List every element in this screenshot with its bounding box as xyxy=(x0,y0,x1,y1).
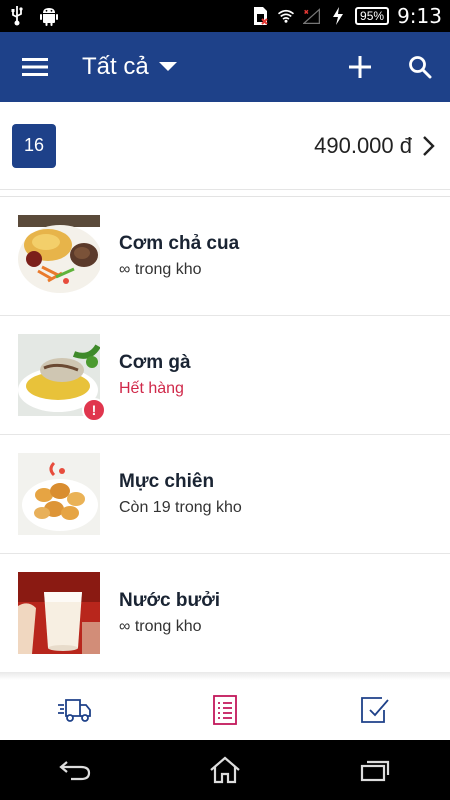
dropdown-arrow-icon xyxy=(158,62,177,71)
list-item[interactable]: Nước bưởi ∞ trong kho xyxy=(0,554,450,672)
total-amount: 490.000 đ xyxy=(314,132,412,158)
status-bar: 95% 9:13 xyxy=(0,0,450,32)
add-button[interactable] xyxy=(330,32,390,102)
product-image xyxy=(18,215,100,297)
list-item[interactable]: ! Cơm gà Hết hàng xyxy=(0,316,450,435)
item-stock: Còn 19 trong kho xyxy=(119,499,242,516)
search-button[interactable] xyxy=(390,32,450,102)
menu-icon xyxy=(22,58,48,76)
bottom-tab-bar xyxy=(0,680,450,740)
menu-button[interactable] xyxy=(0,32,70,102)
sim-icon xyxy=(251,7,269,25)
toolbar-title: Tất cả xyxy=(82,53,149,80)
tab-delivery[interactable] xyxy=(45,680,105,740)
item-name: Mực chiên xyxy=(119,471,215,492)
wifi-icon xyxy=(277,7,295,25)
item-stock: ∞ trong kho xyxy=(119,261,202,278)
recents-icon xyxy=(360,760,390,782)
app-screen: 95% 9:13 Tất cả 16 490.000 đ Cơm chả cua… xyxy=(0,0,450,800)
home-button[interactable] xyxy=(195,740,255,800)
list-item[interactable]: Cơm chả cua ∞ trong kho xyxy=(0,197,450,316)
list-item[interactable]: Mực chiên Còn 19 trong kho xyxy=(0,435,450,554)
item-stock: ∞ trong kho xyxy=(119,618,202,635)
clock: 9:13 xyxy=(397,4,442,28)
charging-icon xyxy=(329,7,347,25)
tab-orders[interactable] xyxy=(195,680,255,740)
out-of-stock-badge: ! xyxy=(82,398,106,422)
app-toolbar: Tất cả xyxy=(0,32,450,102)
battery-indicator: 95% xyxy=(355,7,390,25)
chevron-right-icon xyxy=(422,134,438,158)
category-filter-dropdown[interactable]: Tất cả xyxy=(82,53,177,81)
product-image xyxy=(18,572,100,654)
usb-icon xyxy=(8,6,26,26)
tab-checklist[interactable] xyxy=(345,680,405,740)
bottom-divider xyxy=(0,672,450,680)
item-name: Cơm chả cua xyxy=(119,233,240,254)
product-image: ! xyxy=(18,334,106,422)
system-nav-bar xyxy=(0,740,450,800)
signal-icon xyxy=(303,7,321,25)
item-count-badge: 16 xyxy=(12,123,56,168)
product-image xyxy=(18,453,100,535)
checkbox-icon xyxy=(361,697,389,723)
android-icon xyxy=(40,7,58,26)
search-icon xyxy=(409,56,432,79)
item-stock: Hết hàng xyxy=(119,380,184,397)
delivery-truck-icon xyxy=(58,699,91,722)
back-icon xyxy=(59,761,91,781)
item-name: Nước bưởi xyxy=(119,590,220,611)
item-name: Cơm gà xyxy=(119,352,191,373)
order-summary[interactable]: 16 490.000 đ xyxy=(0,102,450,190)
order-list-icon xyxy=(213,695,237,725)
recents-button[interactable] xyxy=(345,740,405,800)
back-button[interactable] xyxy=(45,740,105,800)
home-icon xyxy=(210,756,240,784)
product-list: Cơm chả cua ∞ trong kho ! Cơm gà Hết hàn… xyxy=(0,196,450,672)
add-icon xyxy=(349,56,371,78)
